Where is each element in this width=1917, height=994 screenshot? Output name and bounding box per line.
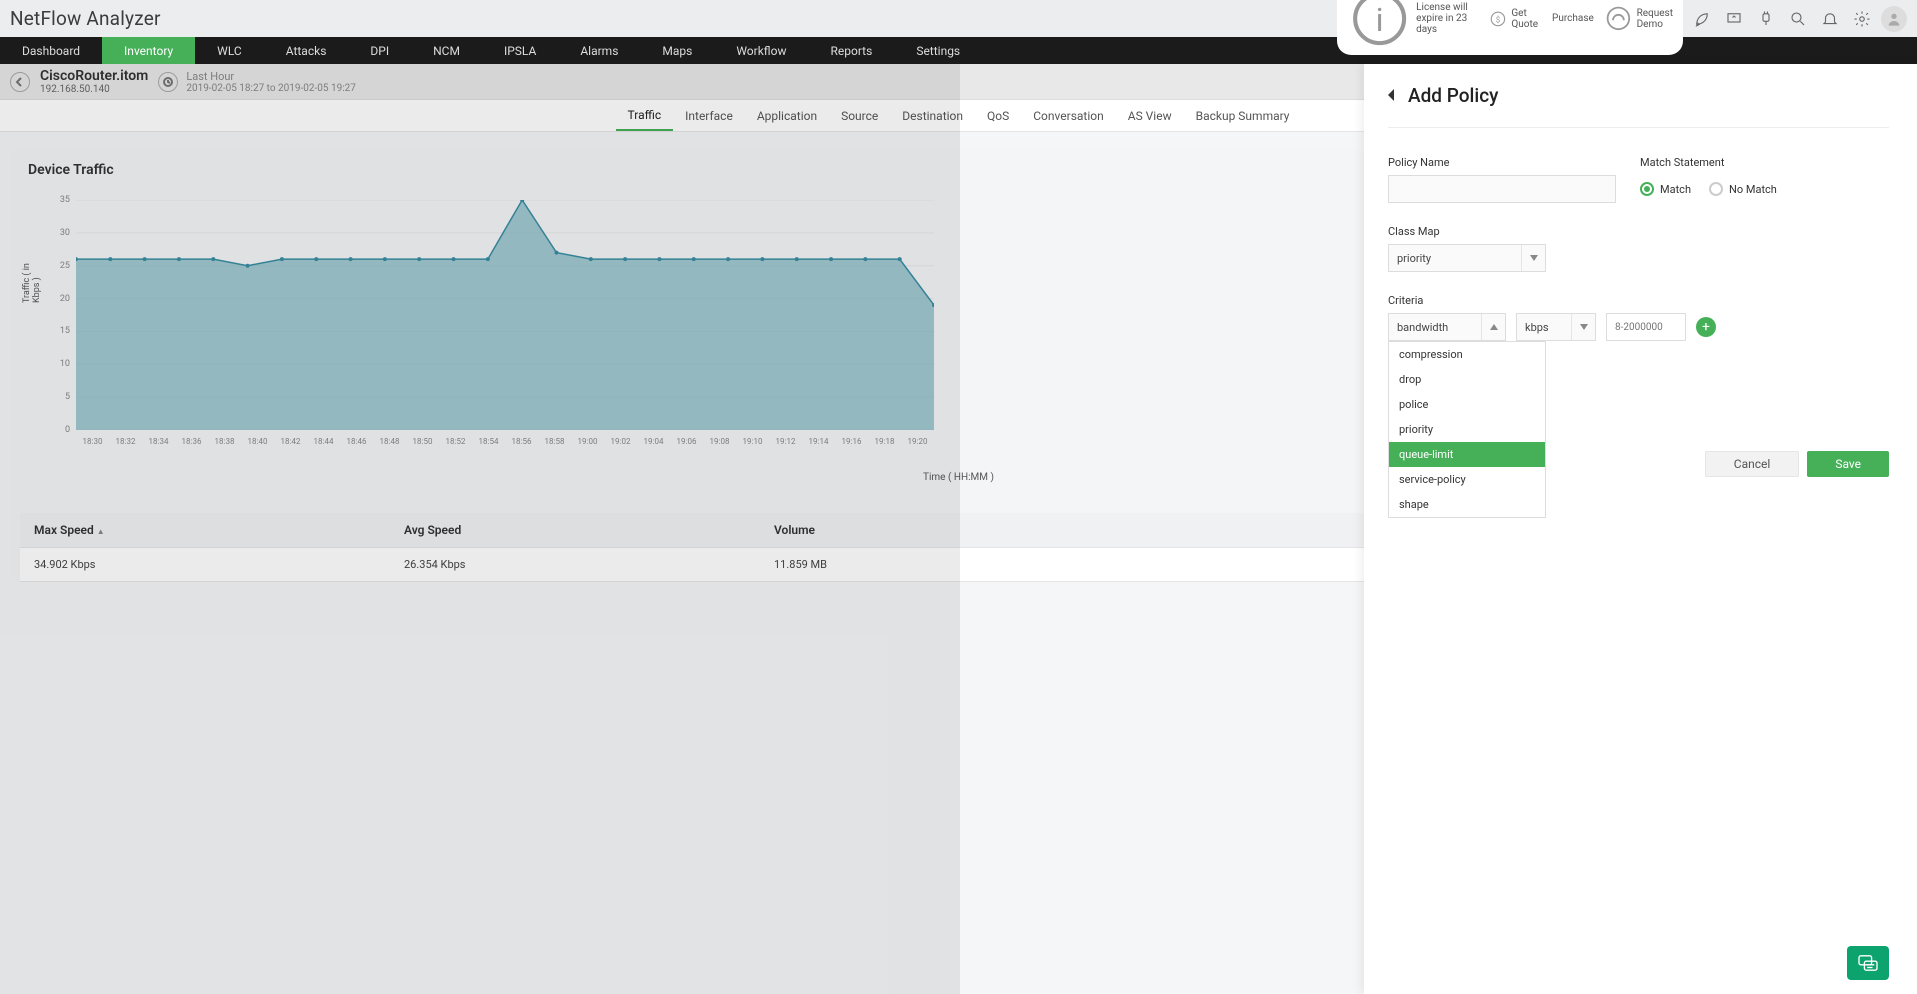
nav-tab-dpi[interactable]: DPI — [348, 37, 411, 64]
quote-icon: $ — [1489, 10, 1507, 28]
request-demo-link[interactable]: Request Demo — [1604, 4, 1673, 33]
nav-tab-workflow[interactable]: Workflow — [714, 37, 808, 64]
nav-tab-ncm[interactable]: NCM — [411, 37, 482, 64]
search-icon[interactable] — [1785, 6, 1811, 32]
radio-match[interactable]: Match — [1640, 182, 1691, 196]
dropdown-option-police[interactable]: police — [1389, 392, 1545, 417]
get-quote-link[interactable]: $Get Quote — [1489, 8, 1538, 30]
nav-tab-maps[interactable]: Maps — [640, 37, 714, 64]
nav-tab-ipsla[interactable]: IPSLA — [482, 37, 558, 64]
dropdown-option-priority[interactable]: priority — [1389, 417, 1545, 442]
time-range: 2019-02-05 18:27 to 2019-02-05 19:27 — [186, 83, 356, 94]
policy-name-label: Policy Name — [1388, 156, 1616, 169]
criteria-unit-select[interactable]: kbps — [1516, 313, 1596, 341]
dropdown-option-service-policy[interactable]: service-policy — [1389, 467, 1545, 492]
nav-tab-settings[interactable]: Settings — [894, 37, 982, 64]
panel-title: Add Policy — [1408, 84, 1498, 107]
info-icon: i — [1347, 0, 1412, 51]
chevron-down-icon — [1521, 245, 1545, 271]
svg-text:$: $ — [1496, 15, 1500, 24]
chat-fab[interactable] — [1847, 946, 1889, 980]
col-volume[interactable]: Volume — [768, 523, 1138, 537]
y-axis: Traffic ( in Kbps ) 05101520253035 — [20, 200, 76, 430]
rocket-icon[interactable] — [1689, 6, 1715, 32]
card-title: Device Traffic — [28, 162, 114, 178]
y-axis-label: Traffic ( in Kbps ) — [22, 259, 42, 303]
headset-icon — [1604, 4, 1633, 33]
chevron-down-icon — [1571, 314, 1595, 340]
time-label: Last Hour — [186, 70, 356, 83]
device-name: CiscoRouter.itom — [40, 68, 148, 84]
panel-back-icon[interactable] — [1388, 86, 1396, 105]
device-ip: 192.168.50.140 — [40, 84, 148, 95]
bell-icon[interactable] — [1817, 6, 1843, 32]
classmap-select[interactable]: priority — [1388, 244, 1546, 272]
nav-tab-attacks[interactable]: Attacks — [264, 37, 349, 64]
col-avg-speed[interactable]: Avg Speed — [398, 523, 768, 537]
cell-max-speed: 34.902 Kbps — [28, 558, 398, 571]
subtab-application[interactable]: Application — [745, 100, 829, 131]
avatar[interactable] — [1881, 6, 1907, 32]
save-button[interactable]: Save — [1807, 451, 1889, 477]
criteria-type-select[interactable]: bandwidth — [1388, 313, 1506, 341]
col-max-speed[interactable]: Max Speed — [34, 523, 94, 537]
nav-tab-wlc[interactable]: WLC — [195, 37, 264, 64]
subtab-backup-summary[interactable]: Backup Summary — [1184, 100, 1302, 131]
cell-avg-speed: 26.354 Kbps — [398, 558, 768, 571]
subtab-conversation[interactable]: Conversation — [1021, 100, 1115, 131]
purchase-link[interactable]: Purchase — [1548, 13, 1594, 24]
present-icon[interactable] — [1721, 6, 1747, 32]
policy-name-input[interactable] — [1388, 175, 1616, 203]
brand-title: NetFlow Analyzer — [10, 7, 161, 30]
subtab-interface[interactable]: Interface — [673, 100, 745, 131]
cancel-button[interactable]: Cancel — [1705, 451, 1800, 477]
nav-tab-dashboard[interactable]: Dashboard — [0, 37, 102, 64]
nav-tab-inventory[interactable]: Inventory — [102, 37, 195, 64]
clock-icon — [158, 72, 178, 92]
radio-no-match[interactable]: No Match — [1709, 182, 1777, 196]
subtab-destination[interactable]: Destination — [890, 100, 975, 131]
sort-icon: ▲ — [97, 527, 105, 536]
gear-icon[interactable] — [1849, 6, 1875, 32]
cell-volume: 11.859 MB — [768, 558, 1138, 571]
classmap-label: Class Map — [1388, 225, 1889, 238]
plugin-icon[interactable] — [1753, 6, 1779, 32]
subtab-qos[interactable]: QoS — [975, 100, 1021, 131]
dropdown-option-shape[interactable]: shape — [1389, 492, 1545, 517]
add-policy-panel: Add Policy Policy Name Match Statement M… — [1364, 64, 1917, 994]
nav-tab-alarms[interactable]: Alarms — [558, 37, 640, 64]
top-bar: NetFlow Analyzer iLicense will expire in… — [0, 0, 1917, 37]
license-pill: iLicense will expire in 23 days $Get Quo… — [1337, 0, 1683, 55]
chevron-up-icon — [1481, 314, 1505, 340]
nav-tab-reports[interactable]: Reports — [808, 37, 894, 64]
subtab-source[interactable]: Source — [829, 100, 890, 131]
match-statement-label: Match Statement — [1640, 156, 1777, 169]
svg-text:i: i — [1376, 1, 1384, 39]
back-button[interactable] — [10, 72, 30, 92]
criteria-label: Criteria — [1388, 294, 1889, 307]
add-criteria-button[interactable]: + — [1696, 317, 1716, 337]
criteria-dropdown: compressiondroppolicepriorityqueue-limit… — [1388, 341, 1546, 518]
dropdown-option-drop[interactable]: drop — [1389, 367, 1545, 392]
subtab-traffic[interactable]: Traffic — [616, 100, 674, 131]
subtab-as-view[interactable]: AS View — [1116, 100, 1184, 131]
dropdown-option-compression[interactable]: compression — [1389, 342, 1545, 367]
chart-plot — [76, 200, 934, 430]
dropdown-option-queue-limit[interactable]: queue-limit — [1389, 442, 1545, 467]
criteria-value-input[interactable] — [1606, 313, 1686, 341]
